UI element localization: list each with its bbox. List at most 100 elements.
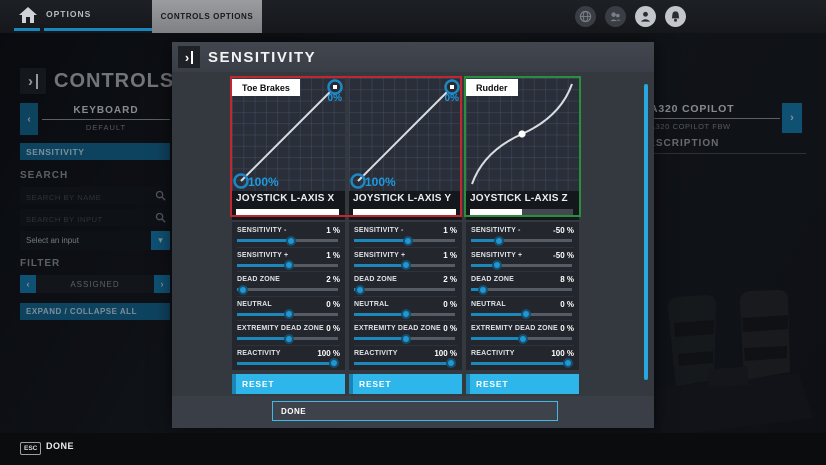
notifications-icon[interactable] xyxy=(665,6,686,27)
axis-input-bar xyxy=(236,209,339,215)
esc-done-label[interactable]: DONE xyxy=(46,441,74,451)
social-icon[interactable] xyxy=(605,6,626,27)
dialog-title: SENSITIVITY xyxy=(208,49,316,66)
slider-handle[interactable] xyxy=(518,334,528,344)
slider-row-dead-zone: DEAD ZONE 2 % xyxy=(237,272,340,297)
dialog-footer: DONE xyxy=(172,396,654,428)
dialog-header: › SENSITIVITY xyxy=(172,42,654,72)
slider-track[interactable] xyxy=(354,313,455,316)
top-marker-label: 0% xyxy=(445,93,459,104)
slider-track[interactable] xyxy=(471,288,572,291)
dialog-scrollbar[interactable] xyxy=(644,84,648,380)
esc-key-badge: ESC xyxy=(20,442,41,455)
reset-button[interactable]: RESET xyxy=(232,374,345,394)
slider-row-neutral: NEUTRAL 0 % xyxy=(354,297,457,322)
reset-button[interactable]: RESET xyxy=(349,374,462,394)
curve-graph-y[interactable]: 0% 100% xyxy=(349,78,462,191)
slider-row-neutral: NEUTRAL 0 % xyxy=(471,297,574,322)
slider-handle[interactable] xyxy=(284,260,294,270)
slider-handle[interactable] xyxy=(284,309,294,319)
slider-panel: SENSITIVITY - 1 % SENSITIVITY + 1 % DEAD… xyxy=(349,222,462,370)
slider-row-dead-zone: DEAD ZONE 8 % xyxy=(471,272,574,297)
slider-handle[interactable] xyxy=(521,309,531,319)
slider-handle[interactable] xyxy=(403,236,413,246)
axis-label: JOYSTICK L-AXIS Y xyxy=(353,193,458,204)
slider-panel: SENSITIVITY - -50 % SENSITIVITY + -50 % … xyxy=(466,222,579,370)
slider-handle[interactable] xyxy=(478,285,488,295)
slider-row-sensitivity-minus: SENSITIVITY - 1 % xyxy=(354,223,457,248)
slider-handle[interactable] xyxy=(286,236,296,246)
slider-handle[interactable] xyxy=(401,309,411,319)
slider-row-reactivity: REACTIVITY 100 % xyxy=(471,346,574,371)
axis-strip: JOYSTICK L-AXIS Y xyxy=(349,191,462,220)
slider-handle[interactable] xyxy=(284,334,294,344)
axis-strip: JOYSTICK L-AXIS X xyxy=(232,191,345,220)
tab-options[interactable]: OPTIONS xyxy=(46,9,91,19)
slider-handle[interactable] xyxy=(355,285,365,295)
slider-track[interactable] xyxy=(354,337,455,340)
slider-track[interactable] xyxy=(237,288,338,291)
top-marker-label: 0% xyxy=(328,93,342,104)
slider-row-sensitivity-minus: SENSITIVITY - 1 % xyxy=(237,223,340,248)
slider-handle[interactable] xyxy=(238,285,248,295)
slider-row-sensitivity-minus: SENSITIVITY - -50 % xyxy=(471,223,574,248)
slider-track[interactable] xyxy=(237,337,338,340)
axis-input-bar-fill xyxy=(236,209,339,215)
home-icon[interactable] xyxy=(18,6,38,24)
slider-track[interactable] xyxy=(354,288,455,291)
slider-track[interactable] xyxy=(471,264,572,267)
slider-handle[interactable] xyxy=(492,260,502,270)
slider-row-extremity-dead-zone: EXTREMITY DEAD ZONE 0 % xyxy=(471,321,574,346)
axis-column-y: 0% 100% JOYSTICK L-AXIS Y SENSITIVITY - … xyxy=(349,78,462,394)
toe-brakes-group-label: Toe Brakes xyxy=(232,79,300,96)
chevron-title-icon: › xyxy=(178,46,200,68)
slider-track[interactable] xyxy=(237,362,338,365)
axis-column-x: 0% 100% JOYSTICK L-AXIS X SENSITIVITY - … xyxy=(232,78,345,394)
slider-track[interactable] xyxy=(471,239,572,242)
axis-column-z: JOYSTICK L-AXIS Z SENSITIVITY - -50 % SE… xyxy=(466,78,579,394)
slider-row-reactivity: REACTIVITY 100 % xyxy=(354,346,457,371)
language-icon[interactable] xyxy=(575,6,596,27)
slider-track[interactable] xyxy=(237,313,338,316)
slider-row-sensitivity-plus: SENSITIVITY + 1 % xyxy=(237,248,340,273)
axis-label: JOYSTICK L-AXIS Z xyxy=(470,193,575,204)
slider-handle[interactable] xyxy=(563,358,573,368)
slider-handle[interactable] xyxy=(446,358,456,368)
tab-controls-options[interactable]: CONTROLS OPTIONS xyxy=(152,0,262,33)
slider-row-sensitivity-plus: SENSITIVITY + -50 % xyxy=(471,248,574,273)
slider-track[interactable] xyxy=(354,264,455,267)
reset-button[interactable]: RESET xyxy=(466,374,579,394)
slider-handle[interactable] xyxy=(401,260,411,270)
slider-handle[interactable] xyxy=(329,358,339,368)
top-bar: OPTIONS CONTROLS OPTIONS xyxy=(0,0,826,33)
slider-handle[interactable] xyxy=(494,236,504,246)
slider-track[interactable] xyxy=(354,362,455,365)
slider-row-reactivity: REACTIVITY 100 % xyxy=(237,346,340,371)
slider-handle[interactable] xyxy=(401,334,411,344)
slider-track[interactable] xyxy=(237,264,338,267)
axis-label: JOYSTICK L-AXIS X xyxy=(236,193,341,204)
home-tab-underline xyxy=(14,28,40,31)
bottom-marker-label: 100% xyxy=(248,175,279,189)
slider-row-sensitivity-plus: SENSITIVITY + 1 % xyxy=(354,248,457,273)
sensitivity-dialog: › SENSITIVITY 0% 100% JOYSTICK L-AXIS X … xyxy=(172,42,654,428)
axis-input-bar-fill xyxy=(470,209,522,215)
slider-row-neutral: NEUTRAL 0 % xyxy=(237,297,340,322)
topbar-icons xyxy=(575,6,686,27)
slider-row-extremity-dead-zone: EXTREMITY DEAD ZONE 0 % xyxy=(354,321,457,346)
done-button[interactable]: DONE xyxy=(272,401,558,421)
rudder-group-label: Rudder xyxy=(466,79,518,96)
axis-input-bar-fill xyxy=(353,209,456,215)
axis-input-bar xyxy=(353,209,456,215)
bottom-bar: ESC DONE xyxy=(0,433,826,465)
axis-input-bar xyxy=(470,209,573,215)
slider-track[interactable] xyxy=(471,362,572,365)
options-tab-underline xyxy=(44,28,152,31)
slider-row-extremity-dead-zone: EXTREMITY DEAD ZONE 0 % xyxy=(237,321,340,346)
profile-icon[interactable] xyxy=(635,6,656,27)
slider-track[interactable] xyxy=(237,239,338,242)
slider-track[interactable] xyxy=(471,313,572,316)
slider-row-dead-zone: DEAD ZONE 2 % xyxy=(354,272,457,297)
slider-track[interactable] xyxy=(354,239,455,242)
slider-track[interactable] xyxy=(471,337,572,340)
